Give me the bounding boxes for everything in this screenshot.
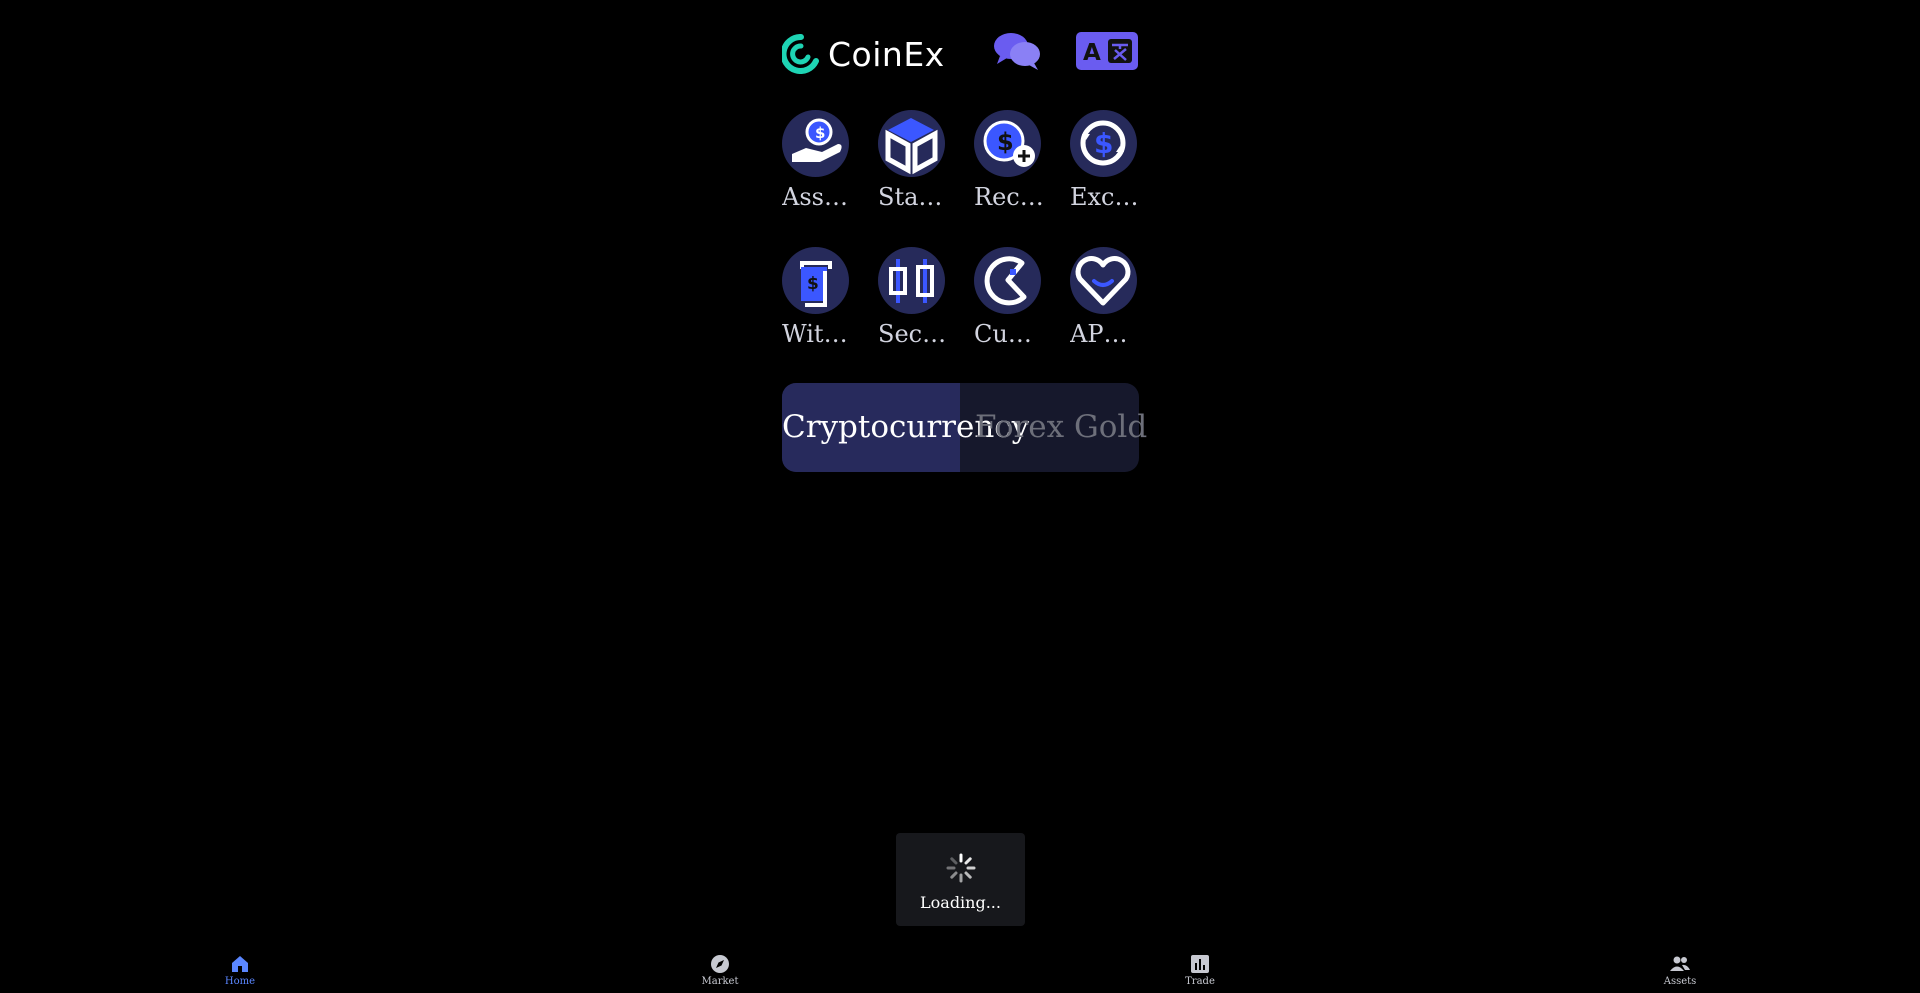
coinex-logo[interactable]: CoinEx: [782, 34, 945, 74]
shortcut-label: Cus…: [974, 320, 1044, 348]
shortcut-recharge[interactable]: $ Rec…: [974, 110, 1044, 211]
nav-label: Home: [224, 976, 256, 987]
exchange-icon: $: [1070, 110, 1137, 177]
nav-assets[interactable]: Assets: [1640, 950, 1720, 987]
tab-forex-gold-label[interactable]: Forex Gold: [975, 409, 1147, 445]
nav-home[interactable]: Home: [200, 950, 280, 987]
home-icon: [232, 956, 248, 972]
language-button[interactable]: A: [1076, 32, 1138, 70]
shortcut-exchange[interactable]: $ Exc…: [1070, 110, 1140, 211]
nav-label: Trade: [1185, 976, 1215, 987]
svg-text:$: $: [1094, 127, 1113, 160]
svg-text:$: $: [815, 124, 825, 142]
header: CoinEx A: [782, 28, 1139, 78]
chat-bubbles-icon: [994, 33, 1040, 70]
shortcut-label: Assets: [782, 183, 852, 211]
nav-trade[interactable]: Trade: [1160, 950, 1240, 987]
shortcut-label: Exc…: [1070, 183, 1139, 211]
compass-icon: [711, 955, 729, 973]
nav-label: Assets: [1663, 976, 1697, 987]
shortcut-label: Sta…: [878, 183, 943, 211]
withdraw-icon: $: [782, 247, 849, 314]
pie-icon: [974, 247, 1041, 314]
svg-text:$: $: [807, 274, 819, 294]
market-tabs: Cryptocurrency Forex Gold Loading...: [782, 383, 1147, 926]
shortcut-label: Wit…: [782, 320, 848, 348]
nav-label: Market: [701, 976, 739, 987]
shortcut-staking[interactable]: Sta…: [878, 110, 948, 211]
coin-plus-icon: $: [974, 110, 1041, 177]
translate-icon: A: [1083, 39, 1132, 66]
chart-icon: [1191, 955, 1209, 973]
loading-text: Loading...: [920, 893, 1001, 912]
shortcut-label: Rec…: [974, 183, 1044, 211]
heart-icon: [1070, 247, 1137, 314]
spinner-icon: [946, 853, 975, 883]
shortcut-api[interactable]: AP…: [1070, 247, 1140, 348]
users-icon: [1670, 956, 1690, 971]
svg-text:$: $: [997, 128, 1014, 156]
shortcut-assets[interactable]: $ Assets: [782, 110, 852, 211]
logo-text: CoinEx: [828, 34, 945, 74]
nav-market[interactable]: Market: [680, 950, 760, 987]
shortcut-withdraw[interactable]: $ Wit…: [782, 247, 852, 348]
shortcut-label: AP…: [1070, 320, 1128, 348]
candlestick-icon: [878, 247, 945, 314]
cube-icon: [878, 110, 945, 177]
shortcut-securities[interactable]: Sec…: [878, 247, 948, 348]
shortcut-label: Sec…: [878, 320, 947, 348]
app-container: CoinEx A $ Asset s: [782, 0, 1147, 993]
chat-button[interactable]: [992, 30, 1042, 72]
svg-text:A: A: [1083, 40, 1101, 66]
hand-coin-icon: $: [782, 110, 849, 177]
shortcut-customer-service[interactable]: Cus…: [974, 247, 1044, 348]
loading-toast: Loading...: [896, 833, 1025, 926]
bottom-nav: Home Market Trade Assets: [0, 950, 1920, 993]
coinex-logo-icon: [782, 34, 819, 74]
